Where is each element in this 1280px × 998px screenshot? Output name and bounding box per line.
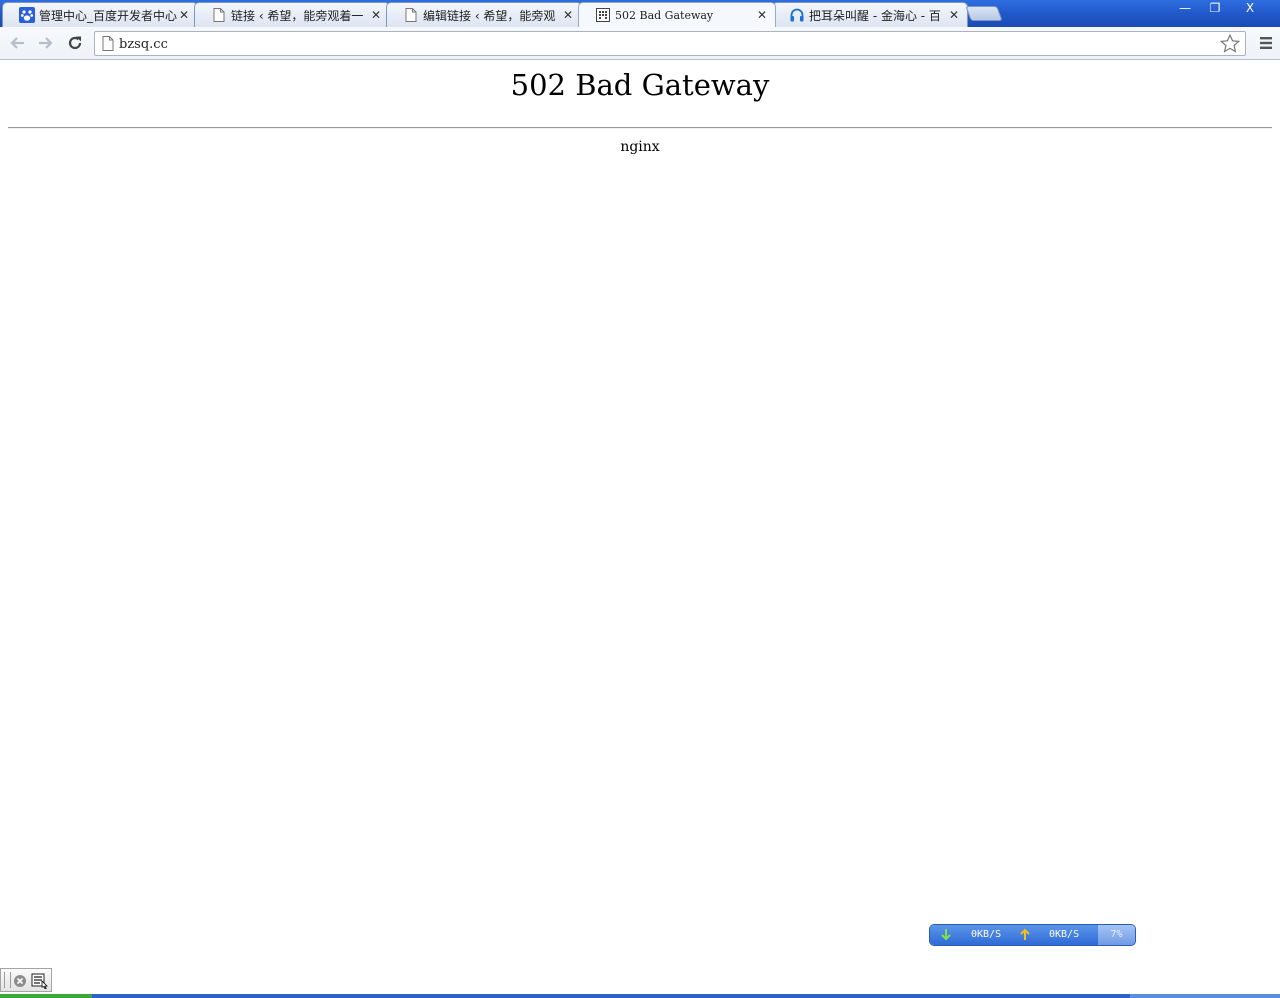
upload-arrow-icon bbox=[1019, 928, 1031, 944]
tab-title: 管理中心_百度开发者中心 bbox=[39, 8, 177, 23]
url-input[interactable] bbox=[119, 35, 1209, 53]
taskbar-edge bbox=[0, 994, 1280, 998]
tab-edit-links[interactable]: 编辑链接 ‹ 希望，能旁观 ✕ bbox=[386, 2, 582, 27]
close-tab-icon[interactable]: ✕ bbox=[369, 8, 383, 22]
server-name: nginx bbox=[620, 139, 660, 155]
close-tab-icon[interactable]: ✕ bbox=[561, 8, 575, 22]
restore-button[interactable]: ❐ bbox=[1200, 0, 1230, 17]
reload-button[interactable] bbox=[65, 33, 85, 53]
upload-speed: 0KB/S bbox=[1049, 929, 1080, 940]
back-button[interactable] bbox=[7, 33, 27, 53]
minimize-button[interactable]: — bbox=[1170, 0, 1200, 17]
close-window-button[interactable]: X bbox=[1230, 0, 1270, 17]
forward-button[interactable] bbox=[36, 33, 56, 53]
list-cursor-icon[interactable] bbox=[31, 973, 49, 993]
divider bbox=[8, 127, 1272, 129]
page-content: 502 Bad Gateway nginx bbox=[0, 60, 1280, 994]
page-icon bbox=[102, 36, 114, 55]
page-icon bbox=[403, 7, 419, 23]
headphones-icon bbox=[789, 7, 805, 23]
tab-music[interactable]: 把耳朵叫醒 - 金海心 - 百 ✕ bbox=[772, 2, 968, 27]
baidu-paw-icon bbox=[19, 7, 35, 23]
drag-grip[interactable] bbox=[4, 972, 11, 988]
arrow-left-icon bbox=[10, 37, 24, 49]
tab-strip: 管理中心_百度开发者中心 ✕ 链接 ‹ 希望，能旁观着一 ✕ 编辑链接 ‹ 希望… bbox=[0, 0, 1280, 27]
reload-icon bbox=[68, 36, 82, 50]
tab-title: 编辑链接 ‹ 希望，能旁观 bbox=[423, 8, 556, 23]
window-controls: — ❐ X bbox=[1170, 0, 1270, 17]
close-tab-icon[interactable]: ✕ bbox=[947, 8, 961, 22]
mini-toolbar bbox=[0, 968, 52, 992]
address-bar[interactable] bbox=[94, 31, 1246, 56]
tab-baidu-admin[interactable]: 管理中心_百度开发者中心 ✕ bbox=[2, 2, 198, 27]
tab-502-bad-gateway[interactable]: 502 Bad Gateway ✕ bbox=[578, 2, 776, 27]
browser-toolbar bbox=[0, 27, 1280, 60]
page-icon bbox=[211, 7, 227, 23]
tab-title: 502 Bad Gateway bbox=[615, 8, 714, 22]
close-tab-icon[interactable]: ✕ bbox=[177, 8, 191, 22]
page-title: 502 Bad Gateway bbox=[510, 68, 770, 102]
close-circle-icon[interactable] bbox=[13, 973, 27, 992]
bookmark-star-icon[interactable] bbox=[1219, 33, 1241, 57]
close-tab-icon[interactable]: ✕ bbox=[755, 8, 769, 22]
usage-percent: 7% bbox=[1098, 925, 1135, 945]
tab-title: 把耳朵叫醒 - 金海心 - 百 bbox=[809, 8, 941, 23]
tab-title: 链接 ‹ 希望，能旁观着一 bbox=[231, 8, 364, 23]
download-speed: 0KB/S bbox=[971, 929, 1002, 940]
arrow-right-icon bbox=[39, 37, 53, 49]
download-arrow-icon bbox=[940, 928, 952, 944]
menu-icon[interactable] bbox=[1259, 35, 1273, 54]
new-tab-button[interactable] bbox=[965, 6, 1003, 21]
tab-links[interactable]: 链接 ‹ 希望，能旁观着一 ✕ bbox=[194, 2, 390, 27]
network-speed-widget[interactable]: 0KB/S 0KB/S 7% bbox=[930, 925, 1135, 945]
building-icon bbox=[595, 7, 611, 23]
